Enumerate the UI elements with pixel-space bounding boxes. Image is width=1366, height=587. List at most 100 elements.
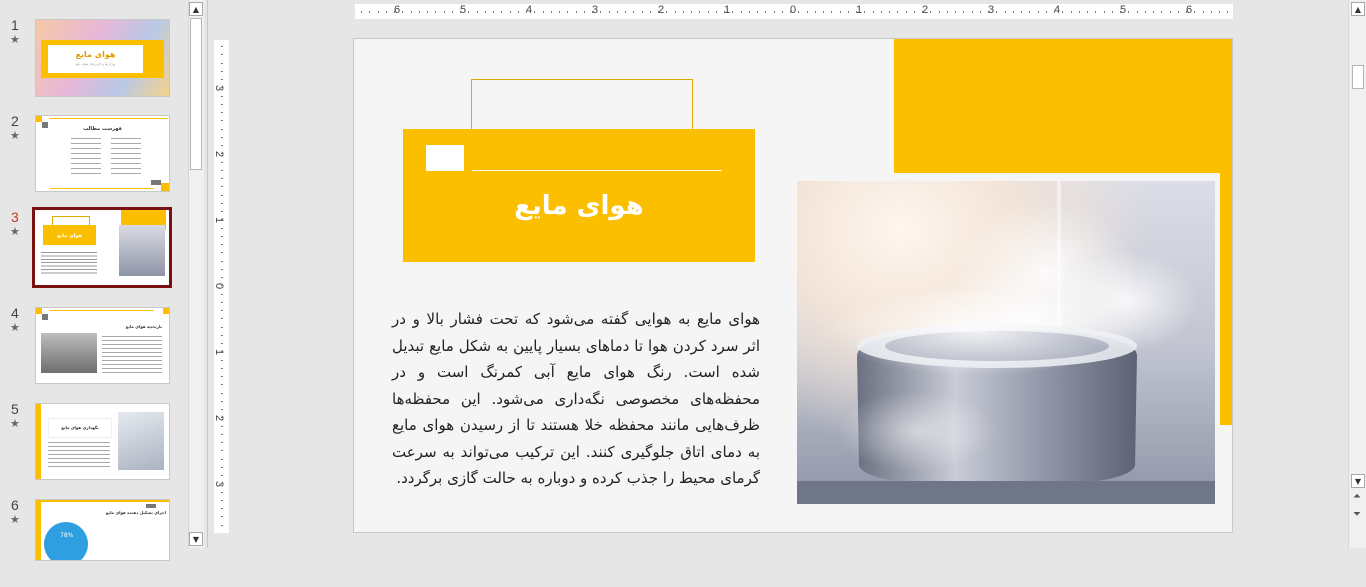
ruler-tick <box>402 11 404 13</box>
ruler-tick <box>221 491 223 493</box>
ruler-tick <box>542 11 544 13</box>
ruler-tick <box>575 11 577 13</box>
thumb-pie: 78% <box>44 522 88 560</box>
ruler-tick <box>715 11 717 13</box>
ruler-tick <box>221 136 223 138</box>
ruler-tick <box>221 128 223 130</box>
slide-title[interactable]: هوای مایع <box>403 191 755 221</box>
ruler-tick <box>221 392 223 394</box>
ruler-tick <box>221 376 223 377</box>
ruler-tick <box>550 11 552 13</box>
ruler-tick <box>922 11 923 13</box>
thumbnail-scrollbar-thumb[interactable] <box>190 18 202 170</box>
ruler-tick <box>955 11 956 13</box>
slide-thumbnail-5[interactable]: نگهداری هوای مایع <box>35 403 170 480</box>
ruler-tick <box>221 235 223 237</box>
ruler-tick <box>221 178 223 179</box>
thumb-photo <box>41 333 97 373</box>
thumbnail-row-3[interactable]: 3 ★ هوای مایع <box>0 207 188 299</box>
ruler-tick <box>221 384 223 386</box>
thumbnail-scrollbar[interactable]: ▲ ▼ <box>188 0 204 548</box>
thumb-text-lines <box>102 336 162 374</box>
ruler-tick <box>559 11 560 13</box>
ruler-tick <box>361 11 362 13</box>
ruler-tick <box>1078 11 1080 13</box>
ruler-tick <box>1111 11 1113 13</box>
ruler-tick <box>790 11 791 13</box>
previous-slide-icon[interactable]: ⏶ <box>1353 492 1361 502</box>
next-slide-icon[interactable]: ⏷ <box>1353 510 1361 520</box>
ruler-label: 4 <box>526 4 533 16</box>
slide-number: 1 <box>11 17 19 33</box>
ruler-label: 1 <box>213 348 226 356</box>
ruler-tick <box>221 409 223 410</box>
ruler-tick <box>221 260 223 262</box>
ruler-label: 5 <box>460 4 467 16</box>
thumb-title: نگهداری هوای مایع <box>61 425 99 430</box>
ruler-tick <box>221 367 223 369</box>
ruler-tick <box>221 62 223 64</box>
animation-star-icon: ★ <box>10 129 20 142</box>
ruler-tick <box>221 417 223 419</box>
ruler-tick <box>221 161 223 163</box>
thumbnail-row-4[interactable]: 4 ★ تاریخچه هوای مایع <box>0 305 188 395</box>
ruler-tick <box>905 11 907 13</box>
ruler-tick <box>221 153 223 155</box>
ruler-tick <box>1012 11 1014 13</box>
ruler-tick <box>633 11 635 13</box>
thumbnail-row-1[interactable]: 1 ★ هوای مایع ویژگی‌ها و کاربردهای هوای … <box>0 17 188 107</box>
vertical-ruler[interactable]: 3 2 1 0 1 2 3 <box>213 40 229 533</box>
ruler-tick <box>1219 11 1220 13</box>
pane-divider[interactable] <box>207 0 208 548</box>
ruler-tick <box>221 244 223 245</box>
title-box[interactable]: هوای مایع <box>403 129 755 262</box>
thumb-text-lines <box>48 442 110 468</box>
slide-body-text[interactable]: هوای مایع به هوایی گفته می‌شود که تحت فش… <box>392 306 760 492</box>
slide-canvas[interactable]: هوای مایع هوای مایع به هوایی گفته می‌شود… <box>353 38 1233 533</box>
thumbnail-row-2[interactable]: 2 ★ فهرست مطالب <box>0 113 188 203</box>
slide-scrollbar[interactable]: ▲ ▼ ⏶ ⏷ <box>1348 0 1366 548</box>
ruler-tick <box>864 11 866 13</box>
slide-scrollbar-thumb[interactable] <box>1352 65 1364 89</box>
slide-thumbnail-3-selected[interactable]: هوای مایع <box>32 207 172 288</box>
slide-number: 6 <box>11 497 19 513</box>
ruler-label: 0 <box>790 4 797 16</box>
ruler-tick <box>567 11 569 13</box>
ruler-tick <box>501 11 503 13</box>
ruler-tick <box>856 11 857 13</box>
thumbnail-row-6[interactable]: 6 ★ 78% اجزای تشکیل دهنده هوای مایع <box>0 497 188 587</box>
ruler-tick <box>1021 11 1022 13</box>
ruler-label: 6 <box>394 4 401 16</box>
ruler-tick <box>221 268 223 270</box>
scroll-down-arrow-icon[interactable]: ▼ <box>189 532 203 546</box>
ruler-tick <box>221 499 223 501</box>
slide-thumbnail-4[interactable]: تاریخچه هوای مایع <box>35 307 170 384</box>
thumb-title: اجزای تشکیل دهنده هوای مایع <box>105 510 166 515</box>
ruler-tick <box>946 11 948 13</box>
ruler-tick <box>938 11 940 13</box>
thumbnail-row-5[interactable]: 5 ★ نگهداری هوای مایع <box>0 401 188 491</box>
ruler-tick <box>913 11 915 13</box>
ruler-tick <box>221 103 223 105</box>
ruler-tick <box>1136 11 1138 13</box>
slide-thumbnail-6[interactable]: 78% اجزای تشکیل دهنده هوای مایع <box>35 499 170 561</box>
ruler-tick <box>534 11 536 13</box>
ruler-tick <box>221 79 223 80</box>
slide-thumbnail-1[interactable]: هوای مایع ویژگی‌ها و کاربردهای هوای مایع <box>35 19 170 97</box>
scroll-down-arrow-icon[interactable]: ▼ <box>1351 474 1365 488</box>
ruler-tick <box>221 524 223 526</box>
ruler-tick <box>872 11 874 13</box>
scroll-up-arrow-icon[interactable]: ▲ <box>189 2 203 16</box>
ruler-tick <box>221 293 223 295</box>
ruler-tick <box>748 11 750 13</box>
scroll-up-arrow-icon[interactable]: ▲ <box>1351 2 1365 16</box>
horizontal-ruler[interactable]: 6 5 4 3 2 1 0 1 2 3 4 5 6 <box>355 4 1233 19</box>
ruler-tick <box>889 11 890 13</box>
slide-thumbnail-2[interactable]: فهرست مطالب <box>35 115 170 192</box>
ruler-tick <box>221 95 223 97</box>
liquid-air-photo[interactable] <box>797 181 1215 504</box>
animation-star-icon: ★ <box>10 513 20 526</box>
thumb-deco <box>146 504 156 508</box>
title-outline-frame <box>471 79 693 129</box>
ruler-tick <box>1177 11 1179 13</box>
